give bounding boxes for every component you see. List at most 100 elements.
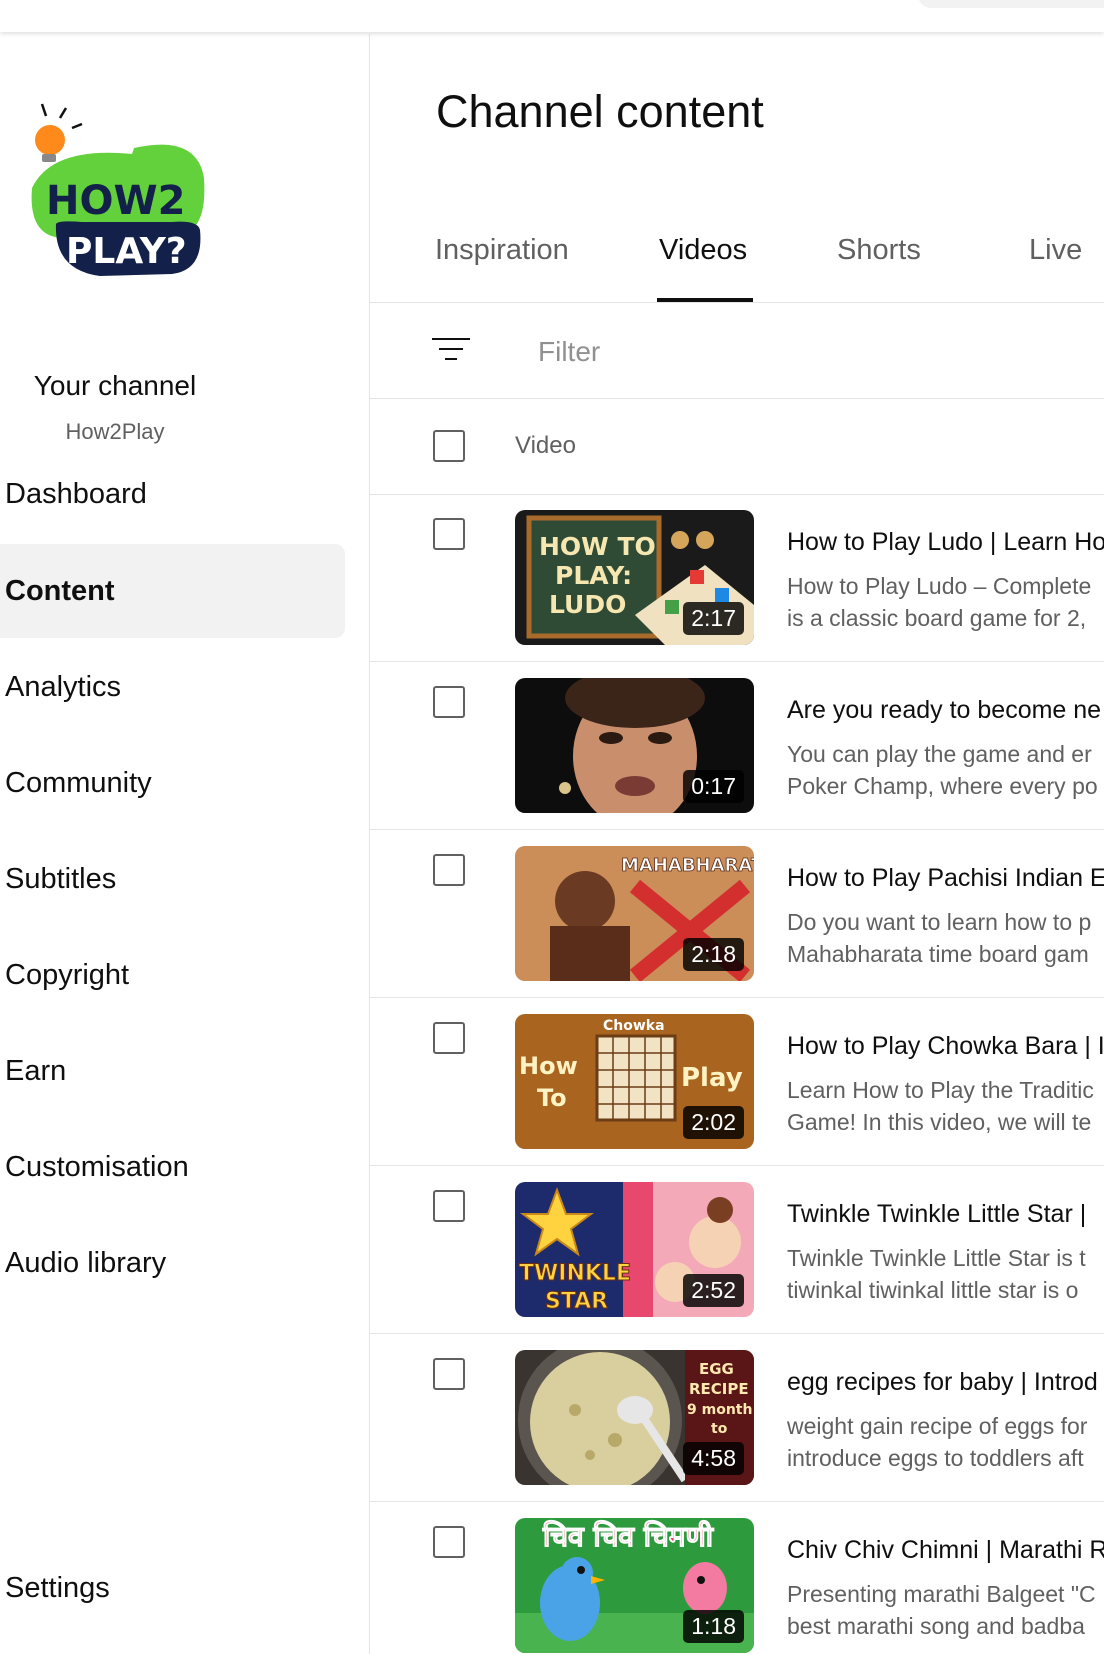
table-row: EGG RECIPE 9 month to 4:58 egg recipes f… [370,1334,1104,1502]
sidebar-item-content[interactable]: Content [0,544,345,638]
table-row: 0:17 Are you ready to become ne You can … [370,662,1104,830]
video-description: weight gain recipe of eggs for introduce… [787,1410,1087,1474]
sidebar-item-label: Community [5,766,152,799]
tab-videos[interactable]: Videos [659,234,747,267]
sidebar-item-label: Copyright [5,958,130,991]
video-description-line: Game! In this video, we will te [787,1109,1092,1135]
sidebar-item-label: Settings [5,1571,110,1604]
video-description-line: You can play the game and er [787,741,1092,767]
video-description-line: tiwinkal tiwinkal little star is o [787,1277,1079,1303]
sidebar-item-label: Customisation [5,1150,189,1183]
video-description: Twinkle Twinkle Little Star is t tiwinka… [787,1242,1086,1306]
row-checkbox[interactable] [433,1526,465,1558]
select-all-checkbox[interactable] [433,430,465,462]
video-description: How to Play Ludo – Complete is a classic… [787,570,1091,634]
row-checkbox[interactable] [433,518,465,550]
filter-bar [370,302,1104,399]
video-duration: 0:17 [683,770,744,803]
video-description-line: Do you want to learn how to p [787,909,1092,935]
row-checkbox[interactable] [433,1358,465,1390]
column-header-video[interactable]: Video [515,432,576,460]
video-title[interactable]: Twinkle Twinkle Little Star | [787,1200,1086,1229]
thumbnail-text: MAHABHARAT [621,855,754,876]
logo-text-play: PLAY? [66,231,187,272]
svg-text:How: How [519,1052,578,1080]
video-thumbnail[interactable]: TWINKLE STAR 2:52 [515,1182,754,1317]
sidebar-item-label: Earn [5,1054,67,1087]
video-description-line: Twinkle Twinkle Little Star is t [787,1245,1086,1271]
video-description-line: is a classic board game for 2, [787,605,1087,631]
svg-text:TWINKLE: TWINKLE [519,1261,631,1286]
video-description-line: Presenting marathi Balgeet "C [787,1581,1096,1607]
video-description-line: How to Play Ludo – Complete [787,573,1092,599]
search-box-edge[interactable] [918,0,1104,8]
video-title[interactable]: Chiv Chiv Chimni | Marathi R [787,1536,1104,1565]
channel-name: How2Play [65,419,165,444]
sidebar-item-subtitles[interactable]: Subtitles [0,832,345,926]
video-title[interactable]: How to Play Chowka Bara | I [787,1032,1104,1061]
table-row: How To Play Chowka 2:02 How to Play Chow… [370,998,1104,1166]
sidebar-item-dashboard[interactable]: Dashboard [0,447,345,541]
video-description: You can play the game and er Poker Champ… [787,738,1098,802]
sidebar-item-community[interactable]: Community [0,736,345,830]
table-header: Video [370,398,1104,495]
svg-text:LUDO: LUDO [549,590,626,619]
video-title[interactable]: How to Play Ludo | Learn Ho [787,528,1104,557]
video-thumbnail[interactable]: 0:17 [515,678,754,813]
page-title: Channel content [436,86,764,137]
row-checkbox[interactable] [433,1190,465,1222]
sidebar-item-audio-library[interactable]: Audio library [0,1216,345,1310]
video-description: Learn How to Play the Traditic Game! In … [787,1074,1094,1138]
tab-live[interactable]: Live [1029,234,1082,267]
video-description-line: Poker Champ, where every po [787,773,1098,799]
video-duration: 2:18 [683,938,744,971]
video-description-line: best marathi song and badba [787,1613,1085,1639]
row-checkbox[interactable] [433,854,465,886]
video-title[interactable]: How to Play Pachisi Indian E [787,864,1104,893]
video-thumbnail[interactable]: HOW TO PLAY: LUDO 2:17 [515,510,754,645]
video-title[interactable]: egg recipes for baby | Introd [787,1368,1098,1397]
video-duration: 2:17 [683,602,744,635]
video-title[interactable]: Are you ready to become ne [787,696,1101,725]
video-description: Do you want to learn how to p Mahabharat… [787,906,1091,970]
sidebar-item-label: Dashboard [5,477,147,510]
table-row: चिव चिव चिमणी 1:18 Chiv Chiv Chimni | Ma… [370,1502,1104,1654]
svg-text:HOW TO: HOW TO [539,532,656,561]
video-duration: 4:58 [683,1442,744,1475]
svg-text:Chowka: Chowka [603,1018,665,1034]
sidebar-item-analytics[interactable]: Analytics [0,640,345,734]
video-description-line: weight gain recipe of eggs for [787,1413,1088,1439]
svg-text:PLAY:: PLAY: [555,561,632,590]
channel-logo[interactable]: HOW2 PLAY? [22,98,222,308]
content-tabs: Inspiration Videos Shorts Live [370,184,1104,303]
row-checkbox[interactable] [433,1022,465,1054]
svg-text:Play: Play [681,1063,743,1093]
active-tab-indicator [657,298,753,302]
how2play-logo-icon: HOW2 PLAY? [31,103,205,276]
filter-input[interactable] [538,336,1038,368]
video-duration: 2:02 [683,1106,744,1139]
sidebar-item-label: Content [5,574,115,607]
table-row: HOW TO PLAY: LUDO 2:17 How to Play Ludo … [370,494,1104,662]
video-thumbnail[interactable]: How To Play Chowka 2:02 [515,1014,754,1149]
sidebar-item-settings[interactable]: Settings [0,1541,345,1635]
sidebar-item-label: Subtitles [5,862,117,895]
video-thumbnail[interactable]: EGG RECIPE 9 month to 4:58 [515,1350,754,1485]
filter-icon[interactable] [432,334,470,364]
sidebar-item-earn[interactable]: Earn [0,1024,345,1118]
tab-shorts[interactable]: Shorts [837,234,921,267]
svg-text:STAR: STAR [545,1289,608,1314]
sidebar-item-copyright[interactable]: Copyright [0,928,345,1022]
table-row: MAHABHARAT 2:18 How to Play Pachisi Indi… [370,830,1104,998]
svg-text:RECIPE: RECIPE [689,1380,749,1398]
row-checkbox[interactable] [433,686,465,718]
sidebar: HOW2 PLAY? Your channel How2Play Dashboa… [0,34,370,1654]
video-thumbnail[interactable]: चिव चिव चिमणी 1:18 [515,1518,754,1653]
main-content: Channel content Inspiration Videos Short… [370,34,1104,1654]
sidebar-item-label: Audio library [5,1246,167,1279]
svg-text:EGG: EGG [699,1360,734,1378]
logo-text-how2: HOW2 [46,178,185,224]
sidebar-item-customisation[interactable]: Customisation [0,1120,345,1214]
video-thumbnail[interactable]: MAHABHARAT 2:18 [515,846,754,981]
tab-inspiration[interactable]: Inspiration [435,234,569,267]
